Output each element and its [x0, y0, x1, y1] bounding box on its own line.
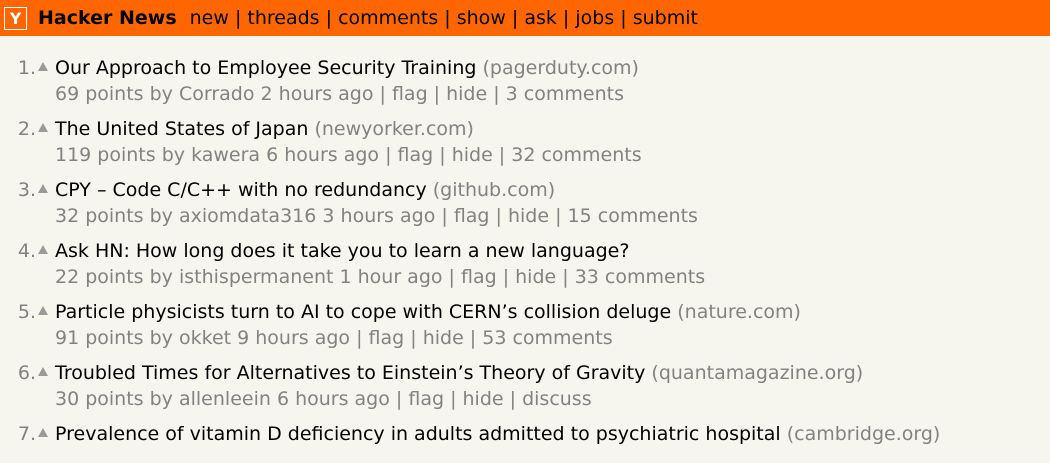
story-title-line: Particle physicists turn to AI to cope w… — [55, 300, 801, 324]
story-rank: 7. — [17, 423, 36, 445]
story-row: 6. Troubled Times for Alternatives to Ei… — [0, 341, 1050, 410]
story-domain-link[interactable]: (pagerduty.com) — [483, 57, 639, 79]
nav-submit-link[interactable]: submit — [633, 7, 698, 29]
nav-links: new | threads | comments | show | ask | … — [189, 7, 698, 29]
story-row: 5. Particle physicists turn to AI to cop… — [0, 280, 1050, 349]
story-rank: 4. — [17, 240, 36, 262]
story-domain-link[interactable]: (nature.com) — [677, 301, 801, 323]
story-row: 1. Our Approach to Employee Security Tra… — [0, 36, 1050, 105]
story-rank: 3. — [17, 179, 36, 201]
story-title-link[interactable]: Ask HN: How long does it take you to lea… — [55, 240, 629, 262]
nav-new-link[interactable]: new — [190, 7, 229, 29]
story-title-link[interactable]: Troubled Times for Alternatives to Einst… — [55, 362, 645, 384]
story-title-line: Ask HN: How long does it take you to lea… — [55, 239, 629, 263]
upvote-arrow-icon[interactable] — [38, 123, 48, 132]
upvote-arrow-icon[interactable] — [38, 428, 48, 437]
story-rank: 1. — [17, 57, 36, 79]
nav-threads-link[interactable]: threads — [247, 7, 319, 29]
upvote-arrow-icon[interactable] — [38, 245, 48, 254]
story-title-line: CPY – Code C/C++ with no redundancy (git… — [55, 178, 555, 202]
upvote-arrow-icon[interactable] — [38, 367, 48, 376]
top-bar: Y Hacker News new | threads | comments |… — [0, 0, 1050, 36]
story-title-link[interactable]: Our Approach to Employee Security Traini… — [55, 57, 476, 79]
story-title-line: Prevalence of vitamin D deficiency in ad… — [55, 422, 940, 446]
nav-ask-link[interactable]: ask — [524, 7, 557, 29]
nav-show-link[interactable]: show — [457, 7, 506, 29]
story-row: 4. Ask HN: How long does it take you to … — [0, 219, 1050, 288]
story-title-line: The United States of Japan (newyorker.co… — [55, 117, 474, 141]
story-title-link[interactable]: Prevalence of vitamin D deficiency in ad… — [55, 423, 781, 445]
story-row: 2. The United States of Japan (newyorker… — [0, 97, 1050, 166]
story-title-link[interactable]: The United States of Japan — [55, 118, 308, 140]
upvote-arrow-icon[interactable] — [38, 184, 48, 193]
story-rank: 5. — [17, 301, 36, 323]
upvote-arrow-icon[interactable] — [38, 62, 48, 71]
upvote-arrow-icon[interactable] — [38, 306, 48, 315]
story-domain-link[interactable]: (cambridge.org) — [787, 423, 941, 445]
y-logo-icon[interactable]: Y — [4, 6, 27, 30]
story-domain-link[interactable]: (newyorker.com) — [314, 118, 473, 140]
story-row: 7. Prevalence of vitamin D deficiency in… — [0, 402, 1050, 463]
nav-comments-link[interactable]: comments — [338, 7, 438, 29]
story-title-link[interactable]: CPY – Code C/C++ with no redundancy — [55, 179, 427, 201]
site-name-link[interactable]: Hacker News — [38, 7, 177, 29]
story-title-link[interactable]: Particle physicists turn to AI to cope w… — [55, 301, 671, 323]
story-rank: 6. — [17, 362, 36, 384]
story-row: 3. CPY – Code C/C++ with no redundancy (… — [0, 158, 1050, 227]
story-title-line: Troubled Times for Alternatives to Einst… — [55, 361, 863, 385]
story-domain-link[interactable]: (github.com) — [433, 179, 555, 201]
story-rank: 2. — [17, 118, 36, 140]
story-domain-link[interactable]: (quantamagazine.org) — [651, 362, 863, 384]
story-title-line: Our Approach to Employee Security Traini… — [55, 56, 639, 80]
nav-jobs-link[interactable]: jobs — [575, 7, 614, 29]
